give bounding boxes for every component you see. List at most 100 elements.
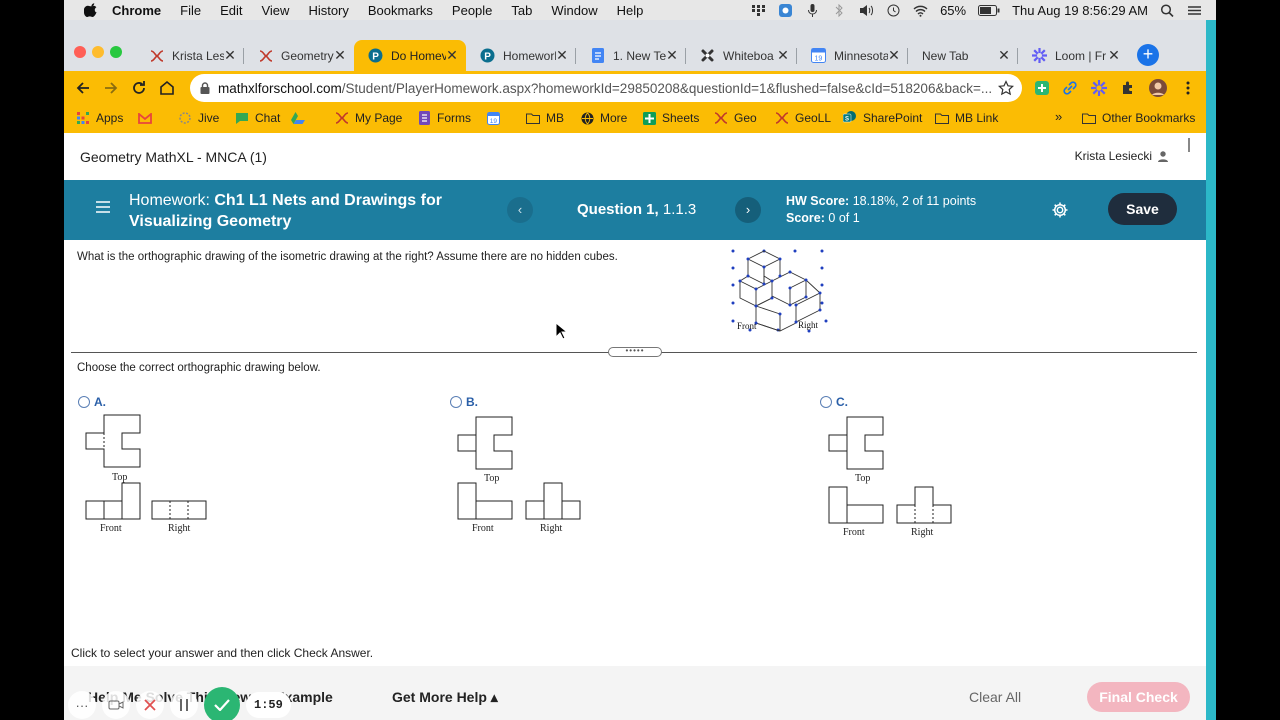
new-tab-button[interactable]: + — [1137, 44, 1159, 66]
bookmark-mb[interactable]: MB — [526, 111, 564, 125]
tab-geometry[interactable]: Geometry ✕ — [244, 40, 354, 71]
bookmark-sharepoint[interactable]: S SharePoint — [843, 111, 922, 125]
bookmark-drive[interactable] — [291, 111, 311, 125]
menu-file[interactable]: File — [180, 3, 201, 18]
chrome-menu-icon[interactable] — [1180, 80, 1196, 96]
tab-minnesota[interactable]: 19 Minnesota ✕ — [797, 40, 908, 71]
menu-history[interactable]: History — [308, 3, 348, 18]
tab-do-homework[interactable]: P Do Homev ✕ — [354, 40, 466, 71]
bookmark-sheets[interactable]: Sheets — [642, 111, 699, 125]
bookmark-geoll[interactable]: GeoLL — [775, 111, 831, 125]
tab-close-icon[interactable]: ✕ — [556, 47, 568, 64]
choice-c[interactable]: C. — [820, 395, 848, 409]
menu-app-chrome[interactable]: Chrome — [112, 3, 161, 18]
wifi-icon[interactable] — [913, 4, 928, 17]
bookmark-more[interactable]: More — [580, 111, 627, 125]
apple-logo-icon[interactable] — [84, 3, 98, 17]
bluetooth-icon[interactable] — [832, 3, 847, 17]
battery-icon[interactable] — [978, 4, 1000, 17]
menu-edit[interactable]: Edit — [220, 3, 242, 18]
bookmark-gmail[interactable] — [138, 111, 158, 125]
extension-green-icon[interactable] — [1034, 80, 1050, 96]
scrollbar-thumb[interactable] — [1188, 138, 1190, 152]
menu-window[interactable]: Window — [551, 3, 597, 18]
next-question-button[interactable]: › — [735, 197, 761, 223]
menu-view[interactable]: View — [261, 3, 289, 18]
bookmark-mb-link[interactable]: MB Link — [935, 111, 998, 125]
menu-people[interactable]: People — [452, 3, 492, 18]
menu-help[interactable]: Help — [617, 3, 644, 18]
recorder-more-icon[interactable]: ··· — [68, 691, 96, 719]
reload-icon[interactable] — [130, 79, 148, 97]
grid-status-icon[interactable] — [751, 4, 766, 17]
menubar-clock[interactable]: Thu Aug 19 8:56:29 AM — [1012, 3, 1148, 18]
back-arrow-icon[interactable] — [74, 79, 92, 97]
tab-close-icon[interactable]: ✕ — [666, 47, 678, 64]
recorder-cancel-icon[interactable] — [136, 691, 164, 719]
recorder-camera-icon[interactable] — [102, 691, 130, 719]
bookmarks-overflow-chevron[interactable]: » — [1055, 109, 1062, 124]
menu-tab[interactable]: Tab — [511, 3, 532, 18]
tab-close-icon[interactable]: ✕ — [446, 47, 458, 64]
loom-extension-icon[interactable] — [1091, 80, 1107, 96]
bookmark-jive[interactable]: Jive — [178, 111, 219, 125]
window-close-button[interactable] — [74, 46, 86, 58]
choice-a-radio[interactable] — [78, 396, 90, 408]
volume-icon[interactable] — [859, 4, 874, 17]
choice-a-drawing[interactable]: Top Front Right — [84, 413, 214, 535]
tab-close-icon[interactable]: ✕ — [224, 47, 236, 64]
tab-close-icon[interactable]: ✕ — [998, 47, 1010, 64]
user-menu[interactable]: Krista Lesiecki — [1075, 149, 1168, 163]
previous-question-button[interactable]: ‹ — [507, 197, 533, 223]
tab-new-text[interactable]: 1. New Te ✕ — [576, 40, 686, 71]
bookmark-forms[interactable]: Forms — [417, 111, 471, 125]
bookmark-calendar[interactable]: 19 — [486, 111, 506, 125]
window-zoom-button[interactable] — [110, 46, 122, 58]
link-icon[interactable] — [1062, 80, 1078, 96]
control-center-icon[interactable] — [1187, 4, 1202, 17]
screen-record-icon[interactable] — [778, 3, 793, 17]
tab-loom[interactable]: Loom | Fr ✕ — [1018, 40, 1128, 71]
choice-a[interactable]: A. — [78, 395, 106, 409]
final-check-button[interactable]: Final Check — [1087, 682, 1190, 712]
pane-splitter-handle[interactable]: ••••• — [608, 347, 662, 357]
choice-b-radio[interactable] — [450, 396, 462, 408]
recorder-pause-icon[interactable] — [170, 691, 198, 719]
window-minimize-button[interactable] — [92, 46, 104, 58]
tab-close-icon[interactable]: ✕ — [334, 47, 346, 64]
choice-c-radio[interactable] — [820, 396, 832, 408]
bookmark-my-page[interactable]: My Page — [335, 111, 402, 125]
avatar[interactable] — [1149, 79, 1167, 97]
tab-homework[interactable]: P Homework ✕ — [466, 40, 576, 71]
time-machine-icon[interactable] — [886, 4, 901, 17]
menu-bookmarks[interactable]: Bookmarks — [368, 3, 433, 18]
recorder-finish-icon[interactable] — [204, 687, 240, 720]
choice-c-drawing[interactable]: Top Front Right — [827, 415, 957, 539]
url-text[interactable]: mathxlforschool.com/Student/PlayerHomewo… — [218, 81, 992, 96]
tab-krista[interactable]: Krista Les ✕ — [135, 40, 244, 71]
hamburger-menu-icon[interactable] — [96, 201, 110, 213]
bookmark-star-icon[interactable] — [998, 80, 1014, 96]
tab-new-tab[interactable]: New Tab ✕ — [908, 40, 1018, 71]
bookmark-other-bookmarks[interactable]: Other Bookmarks — [1082, 111, 1195, 125]
bookmark-chat[interactable]: Chat — [235, 111, 280, 125]
save-button[interactable]: Save — [1108, 193, 1177, 225]
bookmark-geo[interactable]: Geo — [714, 111, 757, 125]
tab-close-icon[interactable]: ✕ — [888, 47, 900, 64]
address-bar[interactable]: mathxlforschool.com/Student/PlayerHomewo… — [190, 74, 1022, 102]
bookmark-apps[interactable]: Apps — [76, 111, 123, 125]
forward-arrow-icon[interactable] — [102, 79, 120, 97]
choice-b-drawing[interactable]: Top Front Right — [456, 415, 586, 537]
choice-b[interactable]: B. — [450, 395, 478, 409]
lock-icon[interactable] — [200, 82, 210, 94]
spotlight-search-icon[interactable] — [1160, 3, 1175, 17]
get-more-help-button[interactable]: Get More Help ▴ — [392, 689, 498, 706]
home-icon[interactable] — [158, 79, 176, 97]
extensions-puzzle-icon[interactable] — [1120, 80, 1136, 96]
gear-icon[interactable] — [1051, 201, 1069, 219]
tab-whiteboard[interactable]: Whiteboa ✕ — [686, 40, 797, 71]
tab-close-icon[interactable]: ✕ — [1108, 47, 1120, 64]
tab-close-icon[interactable]: ✕ — [777, 47, 789, 64]
microphone-icon[interactable] — [805, 3, 820, 17]
clear-all-button[interactable]: Clear All — [969, 689, 1021, 705]
